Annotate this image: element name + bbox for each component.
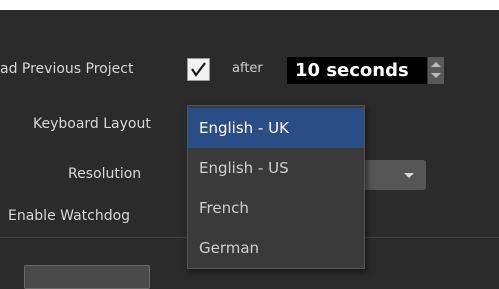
checkmark-icon	[191, 62, 206, 77]
spinner-up-icon[interactable]	[431, 62, 441, 67]
option-german[interactable]: German	[188, 228, 364, 268]
resolution-label: Resolution	[68, 166, 142, 182]
delay-spinner[interactable]	[427, 57, 444, 84]
after-label: after	[232, 61, 263, 76]
top-strip	[0, 0, 499, 10]
enable-watchdog-label: Enable Watchdog	[8, 208, 131, 224]
load-previous-checkbox[interactable]	[187, 58, 210, 81]
option-french[interactable]: French	[188, 188, 364, 228]
keyboard-layout-label: Keyboard Layout	[33, 116, 151, 132]
resolution-select[interactable]	[362, 160, 426, 190]
delay-value-field[interactable]: 10 seconds	[287, 57, 427, 84]
dropdown-caret-icon	[404, 173, 414, 178]
load-previous-project-label: ad Previous Project	[0, 61, 134, 77]
spinner-down-icon[interactable]	[431, 73, 441, 78]
option-english-us[interactable]: English - US	[188, 148, 364, 188]
stop-button[interactable]	[24, 265, 150, 289]
option-english-uk[interactable]: English - UK	[188, 108, 364, 148]
keyboard-layout-dropdown[interactable]: English - UK English - US French German	[187, 105, 365, 269]
